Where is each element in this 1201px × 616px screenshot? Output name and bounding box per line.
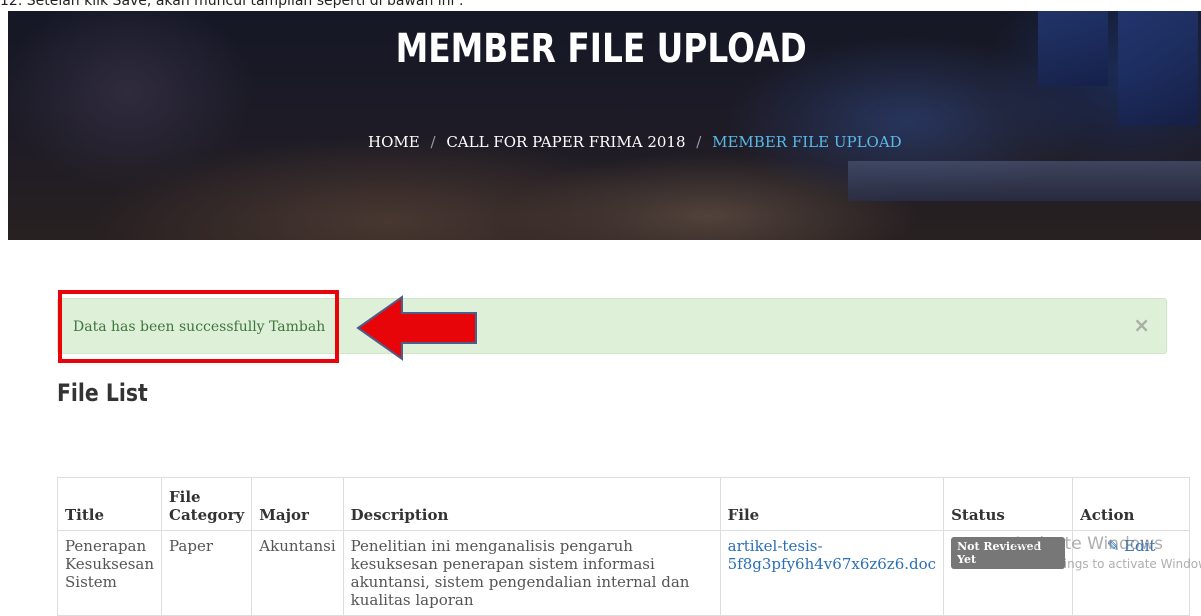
column-header-action: Action	[1072, 477, 1191, 531]
cell-title: Penerapan Kesuksesan Sistem	[56, 530, 163, 616]
close-icon[interactable]: ×	[1133, 313, 1150, 337]
column-header-title: Title	[56, 477, 163, 531]
table-header-row: Title File Category Major Description Fi…	[56, 477, 1191, 531]
annotation-highlight-box	[58, 290, 339, 363]
page-title: MEMBER FILE UPLOAD	[395, 26, 807, 72]
breadcrumb-current: MEMBER FILE UPLOAD	[712, 133, 902, 151]
activate-windows-subtitle: Go to PC settings to activate Windows.	[985, 557, 1201, 571]
breadcrumb-call-for-paper[interactable]: CALL FOR PAPER FRIMA 2018	[446, 133, 685, 151]
cell-major: Akuntansi	[251, 530, 344, 616]
column-header-status: Status	[943, 477, 1074, 531]
activate-windows-watermark: Activate Windows	[1012, 534, 1163, 554]
breadcrumb-separator: /	[430, 133, 436, 151]
cell-description: Penelitian ini menganalisis pengaruh kes…	[342, 530, 721, 616]
breadcrumb: HOME / CALL FOR PAPER FRIMA 2018 / MEMBE…	[368, 133, 902, 151]
cell-category: Paper	[161, 530, 253, 616]
cell-file: artikel-tesis-5f8g3pfy6h4v67x6z6z6.doc	[719, 530, 945, 616]
breadcrumb-separator: /	[696, 133, 702, 151]
file-list-heading: File List	[57, 379, 148, 407]
column-header-file: File	[719, 477, 945, 531]
file-download-link[interactable]: artikel-tesis-5f8g3pfy6h4v67x6z6z6.doc	[728, 537, 936, 573]
breadcrumb-home[interactable]: HOME	[368, 133, 420, 151]
column-header-file-category: File Category	[161, 477, 253, 531]
annotation-arrow-icon	[356, 295, 477, 361]
column-header-description: Description	[342, 477, 721, 531]
column-header-major: Major	[251, 477, 344, 531]
